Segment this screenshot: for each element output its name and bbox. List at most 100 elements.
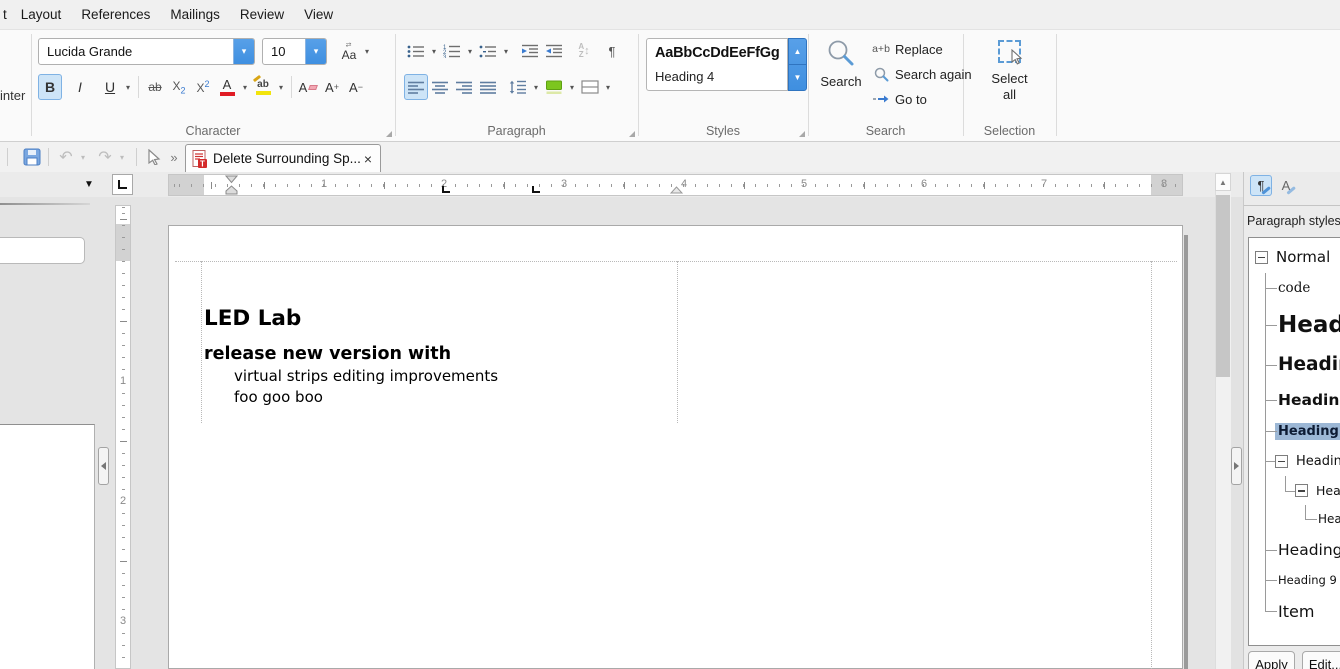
vertical-scrollbar-thumb[interactable] — [1216, 195, 1230, 377]
apply-style-button[interactable]: Apply — [1248, 651, 1295, 669]
style-tree-item[interactable]: Heading 4 — [1249, 416, 1340, 446]
outline-list-button[interactable] — [476, 38, 500, 64]
undo-dropdown-icon[interactable]: ▾ — [76, 145, 90, 169]
bullet-list-button[interactable] — [404, 38, 428, 64]
replace-button[interactable]: a+bReplace — [870, 38, 972, 60]
menu-item-layout[interactable]: Layout — [11, 7, 72, 22]
toolbar-overflow-button[interactable]: » — [166, 145, 182, 169]
bold-button[interactable]: B — [38, 74, 62, 100]
font-color-dropdown-icon[interactable]: ▾ — [239, 74, 251, 100]
style-tree-item[interactable]: Heading 5 — [1249, 446, 1340, 476]
search-again-button[interactable]: Search again — [870, 63, 972, 85]
tree-expander-icon[interactable] — [1255, 251, 1268, 264]
indent-markers[interactable] — [225, 175, 238, 196]
align-center-button[interactable] — [428, 74, 452, 100]
superscript-button[interactable]: X2 — [191, 74, 215, 100]
highlight-button[interactable]: ab — [251, 74, 275, 100]
document-text-line[interactable]: foo goo boo — [234, 388, 323, 406]
ruler-options-dropdown-icon[interactable]: ▼ — [80, 178, 98, 191]
align-left-button[interactable] — [404, 74, 428, 100]
menu-item-references[interactable]: References — [71, 7, 160, 22]
document-text-line[interactable]: LED Lab — [204, 306, 301, 331]
style-tree-item[interactable]: Heading 6 — [1249, 476, 1340, 505]
align-justify-button[interactable] — [476, 74, 500, 100]
undo-button[interactable]: ↶ — [56, 145, 76, 169]
menu-item-mailings[interactable]: Mailings — [160, 7, 230, 22]
style-tree-item[interactable]: Heading 8 — [1249, 533, 1340, 566]
save-button[interactable] — [20, 145, 44, 169]
line-spacing-dropdown-icon[interactable]: ▾ — [530, 74, 542, 100]
tree-expander-icon[interactable] — [1295, 484, 1308, 497]
highlight-dropdown-icon[interactable]: ▾ — [275, 74, 287, 100]
dialog-launcher-icon[interactable] — [386, 131, 392, 137]
horizontal-ruler[interactable]: 12345678 — [168, 174, 1183, 196]
object-mode-button[interactable] — [143, 145, 165, 169]
goto-button[interactable]: Go to — [870, 88, 972, 110]
close-icon[interactable]: × — [364, 151, 372, 167]
numbered-list-button[interactable]: 123 — [440, 38, 464, 64]
dialog-launcher-icon[interactable] — [799, 131, 805, 137]
strikethrough-button[interactable]: ab — [143, 74, 167, 100]
vertical-ruler[interactable]: 123 — [115, 205, 131, 669]
grow-font-button[interactable]: A+ — [320, 74, 344, 100]
right-indent-marker[interactable] — [670, 186, 683, 194]
scroll-up-button[interactable]: ▲ — [1215, 173, 1231, 191]
left-panel-list[interactable] — [0, 424, 95, 669]
outline-list-dropdown-icon[interactable]: ▾ — [500, 38, 512, 64]
bullet-list-dropdown-icon[interactable]: ▾ — [428, 38, 440, 64]
tab-stop-marker[interactable] — [532, 186, 540, 193]
increase-indent-button[interactable] — [518, 38, 542, 64]
sort-button[interactable]: AZ↕ — [572, 38, 596, 64]
change-case-button[interactable]: ⇄Aa — [337, 39, 361, 65]
line-spacing-button[interactable] — [506, 74, 530, 100]
underline-button[interactable]: U — [98, 74, 122, 100]
font-color-button[interactable]: A — [215, 74, 239, 100]
style-tree-item[interactable]: Heading 2 — [1249, 346, 1340, 383]
document-text-line[interactable]: release new version with — [204, 344, 451, 364]
tree-expander-icon[interactable] — [1275, 455, 1288, 468]
style-spinner-down-icon[interactable]: ▼ — [789, 65, 806, 90]
format-painter-label-partial[interactable]: inter — [0, 88, 25, 103]
align-right-button[interactable] — [452, 74, 476, 100]
style-spinner-up-icon[interactable]: ▲ — [789, 39, 806, 65]
style-tree-item[interactable]: Normal — [1249, 241, 1340, 273]
menu-item-t[interactable]: t — [0, 7, 11, 22]
style-tree-item[interactable]: Heading 1 — [1249, 303, 1340, 346]
font-size-combobox[interactable]: 10 ▾ — [262, 38, 327, 65]
style-tree-item[interactable]: code — [1249, 273, 1340, 303]
collapse-left-panel-button[interactable] — [98, 447, 109, 485]
character-styles-tab[interactable]: A — [1275, 175, 1297, 196]
style-tree-item[interactable]: Heading 3 — [1249, 383, 1340, 416]
shrink-font-button[interactable]: A− — [344, 74, 368, 100]
pilcrow-button[interactable]: ¶ — [600, 38, 624, 64]
select-all-button[interactable]: Selectall — [963, 40, 1056, 104]
dialog-launcher-icon[interactable] — [629, 131, 635, 137]
underline-dropdown-icon[interactable]: ▾ — [122, 74, 134, 100]
subscript-button[interactable]: X2 — [167, 74, 191, 100]
change-case-dropdown-icon[interactable]: ▾ — [361, 39, 373, 65]
shading-dropdown-icon[interactable]: ▾ — [566, 74, 578, 100]
document-page[interactable]: LED Lab release new version with virtual s… — [168, 225, 1183, 669]
clear-formatting-button[interactable]: A — [296, 74, 320, 100]
style-tree-item[interactable]: Heading 7 — [1249, 505, 1340, 533]
style-tree-item[interactable]: Heading 9 — [1249, 566, 1340, 594]
decrease-indent-button[interactable] — [542, 38, 566, 64]
paragraph-styles-tab[interactable]: ¶ — [1250, 175, 1272, 196]
document-text-line[interactable]: virtual strips editing improvements — [234, 367, 498, 385]
font-size-dropdown-icon[interactable]: ▾ — [305, 39, 326, 64]
redo-dropdown-icon[interactable]: ▾ — [115, 145, 129, 169]
collapse-right-panel-button[interactable] — [1231, 447, 1242, 485]
style-tree-item[interactable]: Item — [1249, 594, 1340, 628]
numbered-list-dropdown-icon[interactable]: ▾ — [464, 38, 476, 64]
search-button[interactable]: Search — [818, 38, 864, 89]
font-name-combobox[interactable]: Lucida Grande ▾ — [38, 38, 255, 65]
redo-button[interactable]: ↷ — [95, 145, 115, 169]
menu-item-view[interactable]: View — [294, 7, 343, 22]
style-spinner[interactable]: ▲ ▼ — [788, 38, 807, 91]
edit-style-button[interactable]: Edit... — [1302, 651, 1340, 669]
tab-stop-marker[interactable] — [442, 186, 450, 193]
document-tab[interactable]: T Delete Surrounding Sp... × — [185, 144, 381, 172]
borders-dropdown-icon[interactable]: ▾ — [602, 74, 614, 100]
tab-stop-type-button[interactable] — [112, 174, 133, 195]
style-preview[interactable]: AaBbCcDdEeFfGg Heading 4 — [646, 38, 788, 91]
